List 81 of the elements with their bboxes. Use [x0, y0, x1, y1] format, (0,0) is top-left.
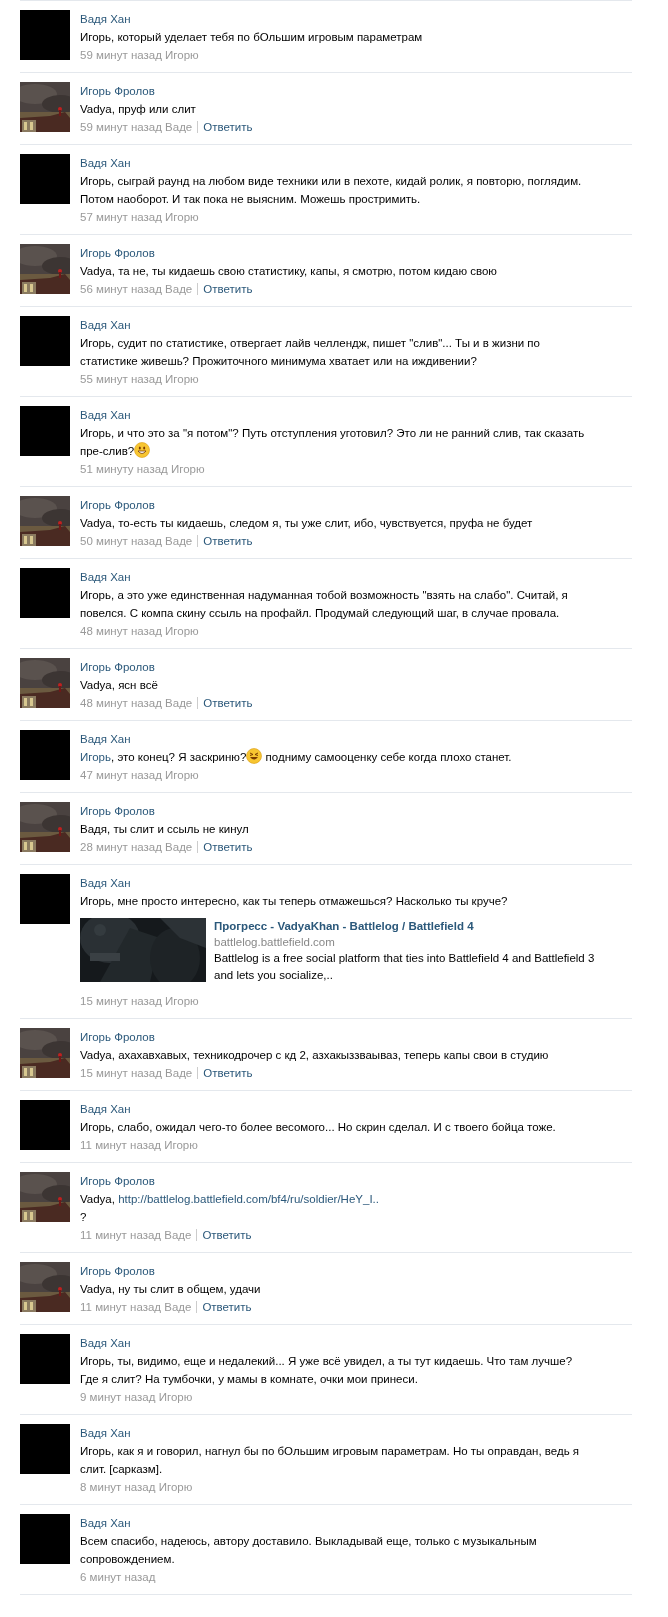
comment-text: Игорь, как я и говорил, нагнул бы по бОльшим игровым параметрам. Но ты оправдан, ведь я слит. [сарказм].	[80, 1444, 581, 1477]
comment-time: 55 минут назад Игорю	[80, 372, 199, 387]
comment-time: 9 минут назад Игорю	[80, 1390, 193, 1405]
comment-time: 11 минут назад Ваде	[80, 1300, 192, 1315]
author-name[interactable]: Игорь Фролов	[80, 1172, 155, 1190]
avatar	[20, 1514, 70, 1564]
author-name[interactable]: Вадя Хан	[80, 874, 131, 892]
author-name[interactable]: Игорь Фролов	[80, 802, 155, 820]
comment-text: Vadya, то-есть ты кидаешь, следом я, ты уже слит, ибо, чувствуется, пруфа не будет	[80, 516, 533, 531]
comment-text: Vadya, http://battlelog.battlefield.com/bf4/ru/soldier/HeY_I.. ?	[80, 1192, 379, 1225]
avatar	[20, 406, 70, 456]
author-name[interactable]: Игорь Фролов	[80, 82, 155, 100]
comment-text: Vadya, ясн всё	[80, 678, 158, 693]
comment-time: 47 минут назад Игорю	[80, 768, 199, 783]
comment-text: Игорь, ты, видимо, еще и недалекий... Я уже всё увидел, а ты тут кидаешь. Что там лучше? Где я слит? На тумбочки, у мамы в комнате, очки мои принеси.	[80, 1354, 574, 1387]
author-name[interactable]: Игорь Фролов	[80, 496, 155, 514]
comment-text: Игорь, и что это за "я потом"? Путь отступления уготовил? Это ли не ранний слив, так сказать пре-слив?	[80, 426, 586, 460]
comment-time: 50 минут назад Ваде	[80, 534, 193, 549]
comment-text: Vadya, та не, ты кидаешь свою статистику, капы, я смотрю, потом кидаю свою	[80, 264, 497, 279]
link-preview-title[interactable]: Прогресс - VadyaKhan - Battlelog / Battlefield 4	[214, 918, 474, 934]
avatar	[20, 730, 70, 780]
comment-time: 59 минут назад Игорю	[80, 48, 199, 63]
comment-text: Игорь, сыграй раунд на любом виде техники или в пехоте, кидай ролик, я повторю, поглядим. Потом наоборот. И так пока не выясним. Можешь простримить.	[80, 174, 583, 207]
link-preview-description: Battlelog is a free social platform that ties into Battlefield 4 and Battlefield 3 and lets you socialize,..	[214, 951, 596, 983]
comment-text: Vadya, ахахавхавых, техникодрочер с кд 2, азхакыззваываз, теперь капы свои в студию	[80, 1048, 549, 1063]
author-name[interactable]: Вадя Хан	[80, 568, 131, 586]
avatar	[20, 154, 70, 204]
avatar	[20, 1334, 70, 1384]
comment-time: 15 минут назад Игорю	[80, 994, 199, 1009]
author-name[interactable]: Игорь Фролов	[80, 1028, 155, 1046]
reply-link[interactable]: Ответить	[197, 535, 253, 547]
author-name[interactable]: Вадя Хан	[80, 1514, 131, 1532]
comment-text: Игорь, слабо, ожидал чего-то более весомого... Но скрин сделал. И с твоего бойца тоже.	[80, 1120, 556, 1135]
author-name[interactable]: Игорь Фролов	[80, 1262, 155, 1280]
comment-time: 28 минут назад Ваде	[80, 840, 193, 855]
reply-link[interactable]: Ответить	[197, 697, 253, 709]
link[interactable]: Игорь	[80, 751, 111, 763]
comment-text: Всем спасибо, надеюсь, автору доставило. Выкладывай еще, только с музыкальным сопровождением.	[80, 1534, 538, 1567]
avatar	[20, 568, 70, 618]
link[interactable]: http://battlelog.battlefield.com/bf4/ru/soldier/HeY_I..	[118, 1193, 379, 1205]
avatar	[20, 874, 70, 924]
comment-time: 8 минут назад Игорю	[80, 1480, 193, 1495]
comment-time: 48 минут назад Игорю	[80, 624, 199, 639]
avatar	[20, 316, 70, 366]
author-name[interactable]: Вадя Хан	[80, 406, 131, 424]
author-name[interactable]: Вадя Хан	[80, 1100, 131, 1118]
comment-text: Vadya, ну ты слит в общем, удачи	[80, 1282, 261, 1297]
comment-text: Игорь, а это уже единственная надуманная тобой возможность "взять на слабо". Считай, я повелся. С компа скину ссыль на профайл. Продумай следующий шаг, в случае провала.	[80, 588, 569, 621]
reply-link[interactable]: Ответить	[197, 283, 253, 295]
comment-time: 15 минут назад Ваде	[80, 1066, 193, 1081]
comment-text: Игорь, который уделает тебя по бОльшим игровым параметрам	[80, 30, 423, 45]
comment-time: 11 минут назад Ваде	[80, 1228, 192, 1243]
comment-text: Игорь, это конец? Я заскриню? подниму самооценку себе когда плохо станет.	[80, 748, 512, 766]
comment-time: 59 минут назад Ваде	[80, 120, 193, 135]
author-name[interactable]: Игорь Фролов	[80, 244, 155, 262]
comment-text: Игорь, судит по статистике, отвергает лайв челлендж, пишет "слив"... Ты и в жизни по статистике живешь? Прожиточного минимума хватает или на иждивении?	[80, 336, 541, 369]
comment-time: 11 минут назад Игорю	[80, 1138, 198, 1153]
reply-link[interactable]: Ответить	[197, 121, 253, 133]
link-preview-domain: battlelog.battlefield.com	[214, 935, 335, 950]
author-name[interactable]: Вадя Хан	[80, 1424, 131, 1442]
author-name[interactable]: Игорь Фролов	[80, 658, 155, 676]
reply-link[interactable]: Ответить	[197, 1067, 253, 1079]
comment-time: 48 минут назад Ваде	[80, 696, 193, 711]
author-name[interactable]: Вадя Хан	[80, 316, 131, 334]
comment-time: 6 минут назад	[80, 1570, 156, 1585]
reply-link[interactable]: Ответить	[196, 1229, 252, 1241]
reply-link[interactable]: Ответить	[196, 1301, 252, 1313]
author-name[interactable]: Вадя Хан	[80, 730, 131, 748]
author-name[interactable]: Вадя Хан	[80, 1334, 131, 1352]
comment-time: 56 минут назад Ваде	[80, 282, 193, 297]
comment-text: Вадя, ты слит и ссыль не кинул	[80, 822, 249, 837]
comment-text: Игорь, мне просто интересно, как ты теперь отмажешься? Насколько ты круче?	[80, 894, 508, 909]
avatar	[20, 1100, 70, 1150]
author-name[interactable]: Вадя Хан	[80, 154, 131, 172]
comment-time: 57 минут назад Игорю	[80, 210, 199, 225]
avatar	[20, 1424, 70, 1474]
avatar	[20, 10, 70, 60]
comment-time: 51 минуту назад Игорю	[80, 462, 205, 477]
reply-link[interactable]: Ответить	[197, 841, 253, 853]
author-name[interactable]: Вадя Хан	[80, 10, 131, 28]
comment-text: Vadya, пруф или слит	[80, 102, 196, 117]
